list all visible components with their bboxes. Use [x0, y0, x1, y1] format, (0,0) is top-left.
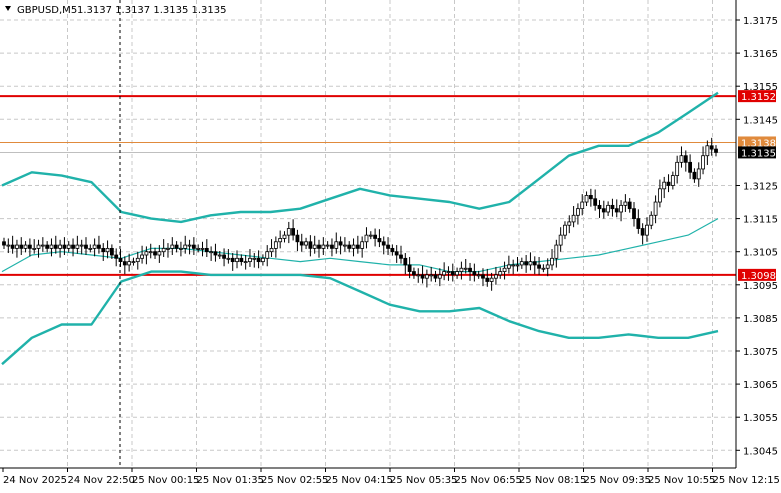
y-tick-label: 1.3055: [743, 413, 778, 424]
level-label-support: 1.3098: [741, 271, 776, 282]
y-tick-label: 1.3065: [743, 380, 778, 391]
symbol-label: GBPUSD,M5: [17, 5, 77, 16]
x-tick-label: 25 Nov 08:15: [519, 475, 586, 486]
x-tick-label: 25 Nov 12:15: [713, 475, 780, 486]
y-tick-label: 1.3105: [743, 248, 778, 259]
chart-header: GBPUSD,M5 1.3137 1.3137 1.3135 1.3135: [5, 5, 227, 16]
y-tick-label: 1.3095: [743, 281, 778, 292]
price-chart[interactable]: 1.31751.31651.31551.31451.31251.31151.31…: [0, 0, 781, 489]
x-tick-label: 25 Nov 10:55: [648, 475, 715, 486]
x-tick-label: 25 Nov 01:35: [197, 475, 264, 486]
y-tick-label: 1.3145: [743, 115, 778, 126]
x-tick-label: 25 Nov 05:35: [390, 475, 457, 486]
y-tick-label: 1.3075: [743, 347, 778, 358]
y-tick-label: 1.3045: [743, 446, 778, 457]
x-tick-label: 24 Nov 2025: [3, 475, 67, 486]
x-tick-label: 25 Nov 06:55: [455, 475, 522, 486]
x-tick-label: 25 Nov 02:55: [261, 475, 328, 486]
level-label-resistance: 1.3152: [741, 92, 776, 103]
level-label-bid: 1.3135: [741, 148, 776, 159]
y-tick-label: 1.3165: [743, 49, 778, 60]
chart-window[interactable]: 1.3175 1.3165 1.3155 1.3145 1.3125 1.3115 1.31…: [0, 0, 781, 489]
x-tick-label: 25 Nov 09:35: [584, 475, 651, 486]
ohlc-readout: 1.3137 1.3137 1.3135 1.3135: [77, 5, 227, 16]
x-tick-label: 25 Nov 00:15: [132, 475, 199, 486]
x-tick-label: 25 Nov 04:15: [326, 475, 393, 486]
y-tick-label: 1.3085: [743, 314, 778, 325]
y-tick-label: 1.3125: [743, 182, 778, 193]
x-tick-label: 24 Nov 22:50: [68, 475, 135, 486]
y-tick-label: 1.3175: [743, 16, 778, 27]
y-tick-label: 1.3115: [743, 215, 778, 226]
